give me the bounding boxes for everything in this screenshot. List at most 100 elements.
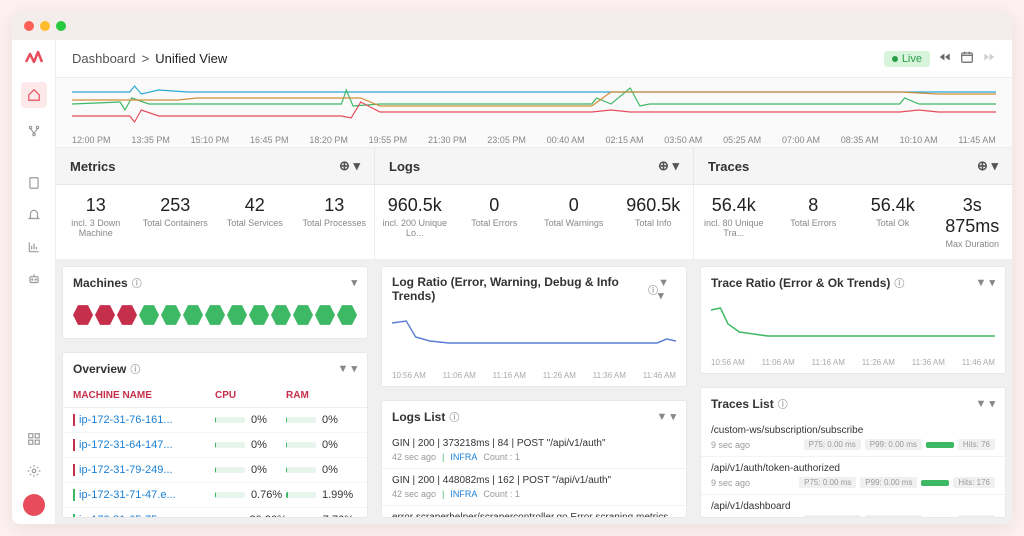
stat: 3s 875msMax Duration bbox=[933, 185, 1013, 259]
machine-hex[interactable] bbox=[139, 304, 159, 326]
timeline-tick: 15:10 PM bbox=[191, 135, 230, 145]
sidebar-bot-icon[interactable] bbox=[25, 270, 43, 288]
timeline-tick: 07:00 AM bbox=[782, 135, 820, 145]
section-traces: Traces⊕ ▾ bbox=[694, 148, 1012, 184]
logo-icon bbox=[24, 48, 44, 68]
logs-add-icon[interactable]: ⊕ ▾ bbox=[658, 158, 679, 174]
sidebar-bell-icon[interactable] bbox=[25, 206, 43, 224]
machine-hex[interactable] bbox=[271, 304, 291, 326]
timeline-tick: 10:10 AM bbox=[900, 135, 938, 145]
trace-item[interactable]: /api/v1/dashboard10 sec agoP75: 0.00 msP… bbox=[701, 495, 1005, 518]
forward-icon[interactable] bbox=[982, 50, 996, 67]
traces-add-icon[interactable]: ⊕ ▾ bbox=[977, 158, 998, 174]
stat: 8Total Errors bbox=[774, 185, 854, 259]
timeline-tick: 13:35 PM bbox=[131, 135, 170, 145]
live-badge[interactable]: Live bbox=[884, 51, 930, 67]
filter-icon[interactable]: ▼ ▾ bbox=[976, 397, 995, 410]
filter-icon[interactable]: ▼ ▾ bbox=[658, 277, 676, 302]
timeline-chart[interactable]: 12:00 PM 13:35 PM 15:10 PM 16:45 PM 18:20 PM… bbox=[56, 78, 1012, 148]
log-item[interactable]: error scraperhelper/scrapercontroller.go… bbox=[382, 506, 686, 518]
machine-hex[interactable] bbox=[95, 304, 115, 326]
breadcrumb-root[interactable]: Dashboard bbox=[72, 51, 136, 66]
table-row[interactable]: ip-172-31-65-75...30.26%7.76% bbox=[63, 508, 367, 518]
stat: 960.5kincl. 200 Unique Lo... bbox=[375, 185, 455, 259]
machine-hex[interactable] bbox=[249, 304, 269, 326]
info-icon[interactable]: ⓘ bbox=[130, 361, 140, 376]
timeline-tick: 18:20 PM bbox=[309, 135, 348, 145]
window-close-dot[interactable] bbox=[24, 21, 34, 31]
window-minimize-dot[interactable] bbox=[40, 21, 50, 31]
machine-hex[interactable] bbox=[337, 304, 357, 326]
log-item[interactable]: GIN | 200 | 373218ms | 84 | POST "/api/v… bbox=[382, 432, 686, 469]
trace-ratio-panel: Trace Ratio (Error & Ok Trends)ⓘ▼ ▾ 10:5… bbox=[700, 266, 1006, 374]
machine-hex[interactable] bbox=[227, 304, 247, 326]
titlebar bbox=[12, 12, 1012, 40]
info-icon[interactable]: ⓘ bbox=[449, 409, 459, 424]
app-window: Dashboard > Unified View Live bbox=[12, 12, 1012, 524]
logs-list-panel: Logs Listⓘ▼ ▾ GIN | 200 | 373218ms | 84 … bbox=[381, 400, 687, 518]
filter-icon[interactable]: ▾ bbox=[351, 276, 357, 289]
info-icon[interactable]: ⓘ bbox=[648, 282, 658, 297]
machine-hex[interactable] bbox=[73, 304, 93, 326]
info-icon[interactable]: ⓘ bbox=[894, 275, 904, 290]
timeline-tick: 00:40 AM bbox=[547, 135, 585, 145]
traces-list-panel: Traces Listⓘ▼ ▾ /custom-ws/subscription/… bbox=[700, 387, 1006, 518]
breadcrumb-sep: > bbox=[142, 51, 150, 66]
sidebar bbox=[12, 40, 56, 524]
breadcrumb-current: Unified View bbox=[155, 51, 227, 66]
machines-panel: Machinesⓘ▾ bbox=[62, 266, 368, 339]
metrics-add-icon[interactable]: ⊕ ▾ bbox=[339, 158, 360, 174]
machine-hex[interactable] bbox=[315, 304, 335, 326]
sidebar-home-icon[interactable] bbox=[21, 82, 47, 108]
calendar-icon[interactable] bbox=[960, 50, 974, 67]
table-row[interactable]: ip-172-31-76-161...0%0% bbox=[63, 408, 367, 433]
machine-hex[interactable] bbox=[183, 304, 203, 326]
section-metrics: Metrics⊕ ▾ bbox=[56, 148, 375, 184]
filter-icon[interactable]: ▼ ▾ bbox=[976, 276, 995, 289]
stat: 56.4kincl. 80 Unique Tra... bbox=[694, 185, 774, 259]
machine-hex[interactable] bbox=[117, 304, 137, 326]
timeline-tick: 05:25 AM bbox=[723, 135, 761, 145]
timeline-tick: 23:05 PM bbox=[487, 135, 526, 145]
log-item[interactable]: GIN | 200 | 448082ms | 162 | POST "/api/… bbox=[382, 469, 686, 506]
stat: 13Total Processes bbox=[295, 185, 375, 259]
machine-hex[interactable] bbox=[293, 304, 313, 326]
section-logs: Logs⊕ ▾ bbox=[375, 148, 694, 184]
rewind-icon[interactable] bbox=[938, 50, 952, 67]
sidebar-doc-icon[interactable] bbox=[25, 174, 43, 192]
machine-hex[interactable] bbox=[205, 304, 225, 326]
timeline-tick: 11:45 AM bbox=[958, 135, 995, 145]
stat: 253Total Containers bbox=[136, 185, 216, 259]
filter-icon[interactable]: ▼ ▾ bbox=[338, 362, 357, 375]
sidebar-nodes-icon[interactable] bbox=[25, 122, 43, 140]
topbar: Dashboard > Unified View Live bbox=[56, 40, 1012, 78]
sidebar-grid-icon[interactable] bbox=[25, 430, 43, 448]
timeline-tick: 12:00 PM bbox=[72, 135, 111, 145]
sidebar-gear-icon[interactable] bbox=[25, 462, 43, 480]
timeline-tick: 16:45 PM bbox=[250, 135, 289, 145]
sidebar-chart-icon[interactable] bbox=[25, 238, 43, 256]
window-maximize-dot[interactable] bbox=[56, 21, 66, 31]
trace-item[interactable]: /api/v1/auth/token-authorized9 sec agoP7… bbox=[701, 457, 1005, 495]
info-icon[interactable]: ⓘ bbox=[778, 396, 788, 411]
table-row[interactable]: ip-172-31-79-249...0%0% bbox=[63, 458, 367, 483]
timeline-tick: 08:35 AM bbox=[841, 135, 879, 145]
filter-icon[interactable]: ▼ ▾ bbox=[657, 410, 676, 423]
info-icon[interactable]: ⓘ bbox=[132, 275, 142, 290]
timeline-tick: 03:50 AM bbox=[664, 135, 702, 145]
timeline-tick: 19:55 PM bbox=[369, 135, 408, 145]
timeline-tick: 21:30 PM bbox=[428, 135, 467, 145]
trace-item[interactable]: /custom-ws/subscription/subscribe9 sec a… bbox=[701, 419, 1005, 457]
machine-hex[interactable] bbox=[161, 304, 181, 326]
stat: 56.4kTotal Ok bbox=[853, 185, 933, 259]
table-row[interactable]: ip-172-31-71-47.e...0.76%1.99% bbox=[63, 483, 367, 508]
log-ratio-panel: Log Ratio (Error, Warning, Debug & Info … bbox=[381, 266, 687, 387]
user-avatar[interactable] bbox=[23, 494, 45, 516]
stat: 960.5kTotal Info bbox=[614, 185, 694, 259]
overview-panel: Overviewⓘ▼ ▾ MACHINE NAMECPURAM ip-172-3… bbox=[62, 352, 368, 518]
table-row[interactable]: ip-172-31-64-147...0%0% bbox=[63, 433, 367, 458]
stat: 42Total Services bbox=[215, 185, 295, 259]
breadcrumb: Dashboard > Unified View bbox=[72, 51, 227, 66]
stat: 0Total Errors bbox=[455, 185, 535, 259]
stat: 13incl. 3 Down Machine bbox=[56, 185, 136, 259]
